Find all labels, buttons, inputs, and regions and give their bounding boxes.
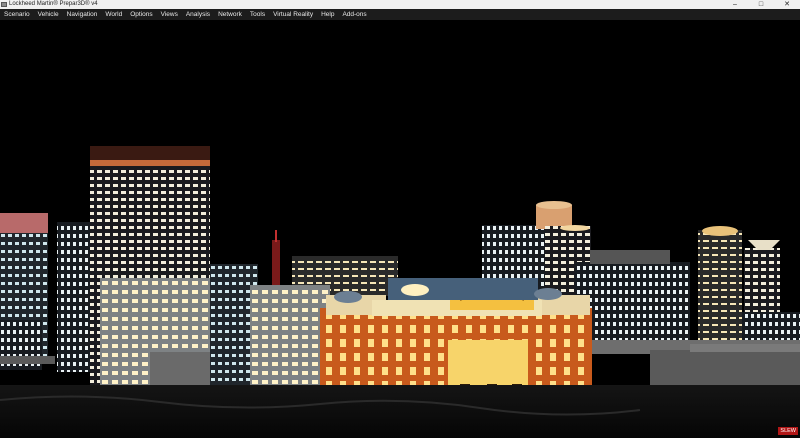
slew-mode-badge: SLEW [778, 427, 798, 435]
menu-bar: Scenario Vehicle Navigation World Option… [0, 9, 800, 20]
menu-tools[interactable]: Tools [250, 9, 265, 20]
menu-navigation[interactable]: Navigation [67, 9, 98, 20]
menu-analysis[interactable]: Analysis [186, 9, 210, 20]
menu-network[interactable]: Network [218, 9, 242, 20]
menu-help[interactable]: Help [321, 9, 334, 20]
window-title: Lockheed Martin® Prepar3D® v4 [9, 1, 98, 7]
menu-vehicle[interactable]: Vehicle [38, 9, 59, 20]
night-city-scene [0, 20, 800, 438]
minimize-icon[interactable]: – [722, 0, 748, 9]
app-icon[interactable] [1, 2, 7, 7]
menu-add-ons[interactable]: Add-ons [342, 9, 366, 20]
menu-scenario[interactable]: Scenario [4, 9, 30, 20]
menu-options[interactable]: Options [130, 9, 152, 20]
close-icon[interactable]: ✕ [774, 0, 800, 9]
menu-virtual-reality[interactable]: Virtual Reality [273, 9, 313, 20]
menu-world[interactable]: World [105, 9, 122, 20]
title-bar: Lockheed Martin® Prepar3D® v4 – □ ✕ [0, 0, 800, 9]
menu-views[interactable]: Views [161, 9, 178, 20]
maximize-icon[interactable]: □ [748, 0, 774, 9]
window-controls: – □ ✕ [722, 0, 800, 9]
scenery-viewport[interactable]: SLEW [0, 20, 800, 438]
